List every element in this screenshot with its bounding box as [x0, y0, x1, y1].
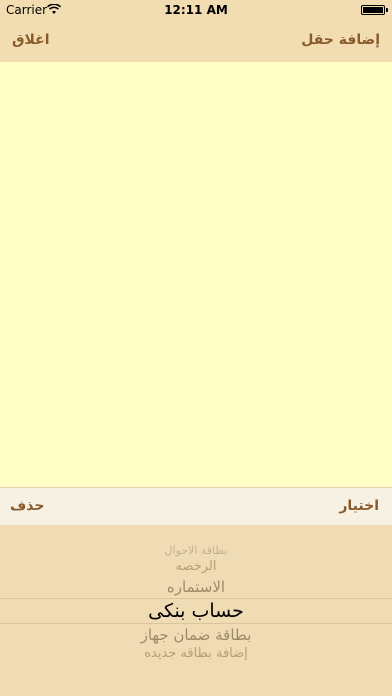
picker-item[interactable]: بطاقة ضمان جهاز	[0, 626, 392, 644]
picker-selection-top-line	[0, 598, 392, 599]
content-area	[0, 62, 392, 487]
picker-item[interactable]: بطاقة الاحوال	[0, 544, 392, 557]
close-button[interactable]: اغلاق	[12, 32, 50, 48]
status-bar: Carrier 12:11 AM	[0, 0, 392, 20]
navigation-bar: اغلاق إضافة حقل	[0, 20, 392, 62]
picker-selection-bottom-line	[0, 623, 392, 624]
status-time: 12:11 AM	[164, 3, 228, 17]
picker-item[interactable]: الاستماره	[0, 578, 392, 596]
select-button[interactable]: اختيار	[339, 498, 379, 514]
picker-toolbar: حذف اختيار	[0, 487, 392, 525]
add-field-button[interactable]: إضافة حقل	[301, 32, 380, 48]
card-type-picker[interactable]: بطاقة الاحوال الرخصه الاستماره حساب بنكى…	[0, 525, 392, 696]
battery-icon	[361, 5, 388, 15]
delete-button[interactable]: حذف	[10, 498, 44, 514]
picker-item-selected[interactable]: حساب بنكى	[0, 600, 392, 622]
picker-item[interactable]: الرخصه	[0, 559, 392, 574]
picker-item[interactable]: إضافة بطاقه جديده	[0, 646, 392, 661]
